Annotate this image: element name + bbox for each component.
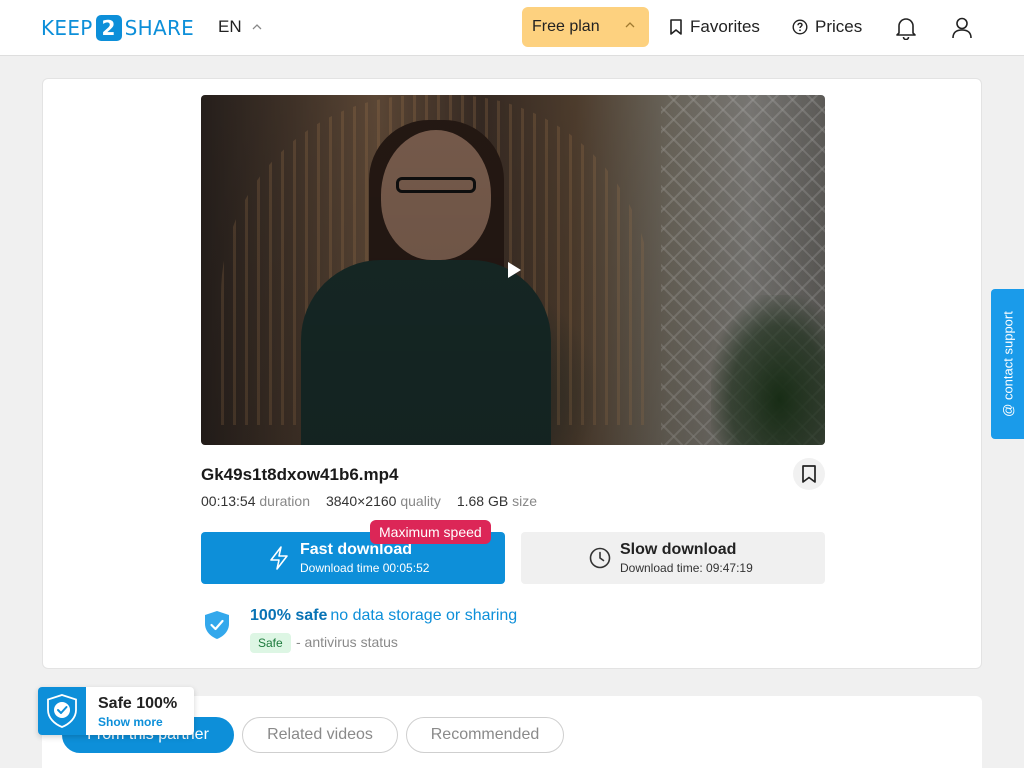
size-value: 1.68 GB [456, 493, 509, 509]
logo-suffix: SHARE [124, 16, 195, 40]
maximum-speed-badge: Maximum speed [370, 520, 491, 544]
add-to-favorites-button[interactable] [793, 458, 825, 490]
slow-download-button[interactable]: Slow download Download time: 09:47:19 [521, 532, 825, 584]
safety-statement: 100% safe no data storage or sharing [250, 607, 517, 625]
duration-info: 00:13:54 duration [201, 493, 310, 509]
clock-icon [589, 547, 611, 569]
file-meta: 00:13:54 duration 3840×2160 quality 1.68… [201, 493, 537, 509]
bell-icon [896, 18, 916, 40]
prices-link[interactable]: Prices [792, 17, 862, 37]
file-name: Gk49s1t8dxow41b6.mp4 [201, 465, 399, 484]
tab-related-videos[interactable]: Related videos [242, 717, 398, 753]
play-icon[interactable] [504, 260, 524, 280]
shield-check-icon [205, 611, 229, 639]
prices-label: Prices [815, 17, 863, 36]
free-plan-label: Free plan [532, 18, 600, 35]
logo-number: 2 [95, 15, 122, 41]
size-info: 1.68 GB size [457, 493, 537, 509]
duration-value: 00:13:54 [201, 493, 256, 509]
free-plan-button[interactable]: Free plan [522, 7, 649, 47]
chevron-up-icon [252, 24, 262, 30]
logo-prefix: KEEP [41, 16, 93, 40]
quality-value: 3840×2160 [325, 493, 397, 509]
quality-label: quality [400, 493, 441, 509]
safe-badge-title: Safe 100% [98, 695, 178, 712]
quality-info: 3840×2160 quality [326, 493, 441, 509]
antivirus-safe-tag: Safe [250, 633, 291, 653]
notifications-button[interactable] [893, 14, 919, 42]
language-selector[interactable]: EN [218, 17, 262, 37]
fast-download-time: Download time 00:05:52 [300, 561, 430, 575]
bookmark-icon [670, 19, 682, 35]
safe-badge-icon-box [38, 687, 86, 735]
language-label: EN [218, 17, 242, 36]
size-label: size [512, 493, 537, 509]
file-card: Gk49s1t8dxow41b6.mp4 00:13:54 duration 3… [42, 78, 982, 669]
chevron-up-icon [625, 22, 635, 28]
user-icon [952, 17, 972, 39]
bookmark-icon [802, 465, 816, 483]
tab-recommended[interactable]: Recommended [406, 717, 564, 753]
antivirus-status-label: - antivirus status [296, 634, 398, 650]
slow-download-title: Slow download [620, 541, 737, 558]
duration-label: duration [259, 493, 310, 509]
lightning-icon [270, 546, 288, 570]
top-header: KEEP 2 SHARE EN Free plan Favorites Pric… [0, 0, 1024, 56]
safety-headline: 100% safe [250, 607, 328, 624]
slow-download-time: Download time: 09:47:19 [620, 561, 753, 575]
safe-badge-widget[interactable]: Safe 100% Show more [38, 687, 194, 735]
question-circle-icon [792, 19, 808, 35]
safety-detail: no data storage or sharing [330, 607, 518, 624]
show-more-link[interactable]: Show more [98, 715, 163, 729]
favorites-link[interactable]: Favorites [669, 17, 760, 37]
video-preview[interactable] [201, 95, 825, 445]
favorites-label: Favorites [690, 17, 760, 36]
account-button[interactable] [949, 14, 975, 42]
keep2share-logo[interactable]: KEEP 2 SHARE [41, 15, 194, 41]
contact-support-label: @ contact support [1000, 311, 1015, 417]
contact-support-tab[interactable]: @ contact support [991, 289, 1024, 439]
shield-check-icon [47, 694, 77, 728]
